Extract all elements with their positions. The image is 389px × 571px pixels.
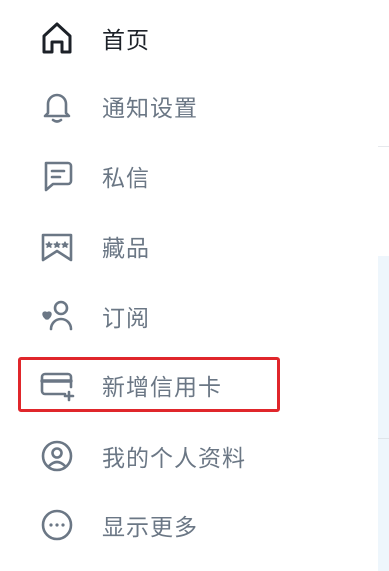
nav-item-label: 订阅: [102, 306, 150, 332]
content-panel-edge: [378, 256, 389, 571]
bookmark-icon: [38, 227, 76, 265]
nav-item-home[interactable]: 首页: [0, 10, 300, 66]
nav-item-subscriptions[interactable]: 订阅: [0, 288, 300, 344]
divider: [378, 438, 389, 439]
nav-item-profile[interactable]: 我的个人资料: [0, 428, 300, 484]
adjacent-panel-edge: [378, 0, 389, 571]
nav-item-messages[interactable]: 私信: [0, 148, 300, 204]
nav-item-label: 显示更多: [102, 515, 198, 541]
nav-item-more[interactable]: 显示更多: [0, 497, 300, 553]
highlight-box: [18, 357, 280, 412]
profile-icon: [38, 437, 76, 475]
message-icon: [38, 157, 76, 195]
nav-item-label: 藏品: [102, 236, 150, 262]
nav-item-label: 我的个人资料: [102, 446, 246, 472]
nav-item-notifications[interactable]: 通知设置: [0, 78, 300, 134]
more-icon: [38, 506, 76, 544]
subscribe-icon: [38, 297, 76, 335]
nav-item-label: 通知设置: [102, 96, 198, 122]
sidebar-nav: 首页 通知设置 私信 藏品 订阅 新增信用卡 我的个人资料 显示更多: [0, 0, 389, 571]
divider: [378, 146, 389, 147]
bell-icon: [38, 87, 76, 125]
home-icon: [38, 19, 76, 57]
nav-item-label: 私信: [102, 166, 150, 192]
nav-item-label: 首页: [102, 28, 150, 54]
nav-item-collectibles[interactable]: 藏品: [0, 218, 300, 274]
